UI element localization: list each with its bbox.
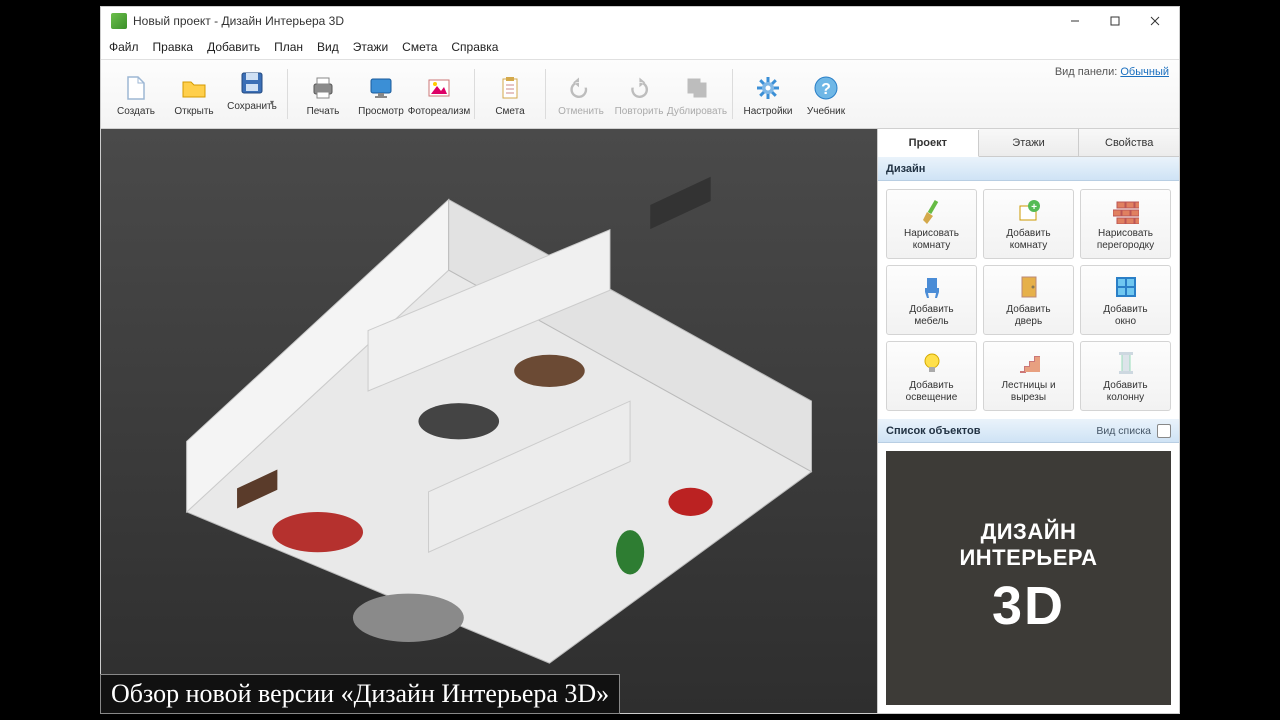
tab-Проект[interactable]: Проект (878, 130, 979, 157)
panel-mode-link[interactable]: Обычный (1120, 66, 1169, 78)
toolbar-help-button[interactable]: ? Учебник (797, 63, 855, 125)
toolbar-label: Повторить (615, 106, 664, 117)
promo-banner: ДИЗАЙН ИНТЕРЬЕРА 3D (886, 451, 1171, 705)
objects-section-header: Список объектов Вид списка (878, 419, 1179, 443)
tab-Свойства[interactable]: Свойства (1079, 129, 1179, 156)
floppy-icon (236, 67, 268, 99)
window-title: Новый проект - Дизайн Интерьера 3D (133, 14, 344, 28)
side-tabs: ПроектЭтажиСвойства (878, 129, 1179, 157)
toolbar-settings-button[interactable]: Настройки (739, 63, 797, 125)
menu-Этажи[interactable]: Этажи (353, 40, 388, 54)
toolbar: Создать Открыть Сохранить▾ Печать Просмотр Фо… (101, 59, 1179, 129)
folder-icon (178, 72, 210, 104)
menu-Справка[interactable]: Справка (451, 40, 498, 54)
toolbar-label: Учебник (807, 106, 845, 117)
toolbar-estimate-button[interactable]: Смета (481, 63, 539, 125)
toolbar-label: Отменить (558, 106, 604, 117)
monitor-icon (365, 72, 397, 104)
chair-icon (918, 273, 946, 301)
tool-stairs[interactable]: Лестницы ивырезы (983, 341, 1074, 411)
tool-add-window[interactable]: Добавитьокно (1080, 265, 1171, 335)
toolbar-label: Смета (495, 106, 524, 117)
toolbar-label: Просмотр (358, 106, 404, 117)
menubar: Файл Правка Добавить План Вид Этажи Смета Справ… (101, 35, 1179, 59)
copy-icon (681, 72, 713, 104)
file-icon (120, 72, 152, 104)
toolbar-open-button[interactable]: Открыть (165, 63, 223, 125)
photo-icon (423, 72, 455, 104)
menu-Правка[interactable]: Правка (153, 40, 194, 54)
design-tools-grid: Нарисоватькомнату+ДобавитькомнатуНарисов… (878, 181, 1179, 419)
toolbar-label: Создать (117, 106, 155, 117)
help-icon: ? (810, 72, 842, 104)
viewport-3d[interactable] (101, 129, 877, 713)
objects-list: ДИЗАЙН ИНТЕРЬЕРА 3D (878, 443, 1179, 713)
design-section-header: Дизайн (878, 157, 1179, 181)
toolbar-redo-button: Повторить (610, 63, 668, 125)
toolbar-photoreal-button[interactable]: Фотореализм (410, 63, 468, 125)
tool-add-light[interactable]: Добавитьосвещение (886, 341, 977, 411)
menu-Добавить[interactable]: Добавить (207, 40, 260, 54)
undo-icon (565, 72, 597, 104)
panel-mode: Вид панели: Обычный (1055, 66, 1169, 78)
tool-column[interactable]: Добавитьколонну (1080, 341, 1171, 411)
menu-Вид[interactable]: Вид (317, 40, 339, 54)
redo-icon (623, 72, 655, 104)
tool-add-furniture[interactable]: Добавитьмебель (886, 265, 977, 335)
titlebar: Новый проект - Дизайн Интерьера 3D (101, 7, 1179, 35)
toolbar-print-button[interactable]: Печать (294, 63, 352, 125)
video-caption: Обзор новой версии «Дизайн Интерьера 3D» (100, 674, 620, 714)
side-panel: ПроектЭтажиСвойства Дизайн Нарисоватьком… (877, 129, 1179, 713)
toolbar-label: Настройки (743, 106, 792, 117)
printer-icon (307, 72, 339, 104)
app-icon (111, 13, 127, 29)
bricks-icon (1112, 197, 1140, 225)
toolbar-label: Дублировать (667, 106, 727, 117)
toolbar-create-button[interactable]: Создать (107, 63, 165, 125)
toolbar-label: Фотореализм (408, 106, 471, 117)
application-window: Новый проект - Дизайн Интерьера 3D Файл П… (100, 6, 1180, 714)
toolbar-preview-button[interactable]: Просмотр (352, 63, 410, 125)
maximize-button[interactable] (1095, 7, 1135, 35)
stairs-icon (1015, 349, 1043, 377)
menu-План[interactable]: План (274, 40, 303, 54)
toolbar-label: Печать (307, 106, 340, 117)
brush-icon (918, 197, 946, 225)
window-icon (1112, 273, 1140, 301)
svg-text:+: + (1031, 202, 1037, 213)
tool-draw-wall[interactable]: Нарисоватьперегородку (1080, 189, 1171, 259)
toolbar-duplicate-button: Дублировать (668, 63, 726, 125)
tab-Этажи[interactable]: Этажи (979, 129, 1080, 156)
clipboard-icon (494, 72, 526, 104)
column-icon (1112, 349, 1140, 377)
tool-add-door[interactable]: Добавитьдверь (983, 265, 1074, 335)
list-view-mode[interactable]: Вид списка (1096, 425, 1151, 437)
toolbar-save-button[interactable]: Сохранить▾ (223, 63, 281, 125)
menu-Файл[interactable]: Файл (109, 40, 139, 54)
gear-icon (752, 72, 784, 104)
tool-draw-room[interactable]: Нарисоватькомнату (886, 189, 977, 259)
list-view-icon[interactable] (1157, 424, 1171, 438)
svg-text:?: ? (821, 81, 831, 98)
toolbar-label: Открыть (174, 106, 213, 117)
minimize-button[interactable] (1055, 7, 1095, 35)
door-icon (1015, 273, 1043, 301)
close-button[interactable] (1135, 7, 1175, 35)
content: ПроектЭтажиСвойства Дизайн Нарисоватьком… (101, 129, 1179, 713)
toolbar-undo-button: Отменить (552, 63, 610, 125)
menu-Смета[interactable]: Смета (402, 40, 437, 54)
addroom-icon: + (1015, 197, 1043, 225)
bulb-icon (918, 349, 946, 377)
tool-add-room[interactable]: +Добавитькомнату (983, 189, 1074, 259)
